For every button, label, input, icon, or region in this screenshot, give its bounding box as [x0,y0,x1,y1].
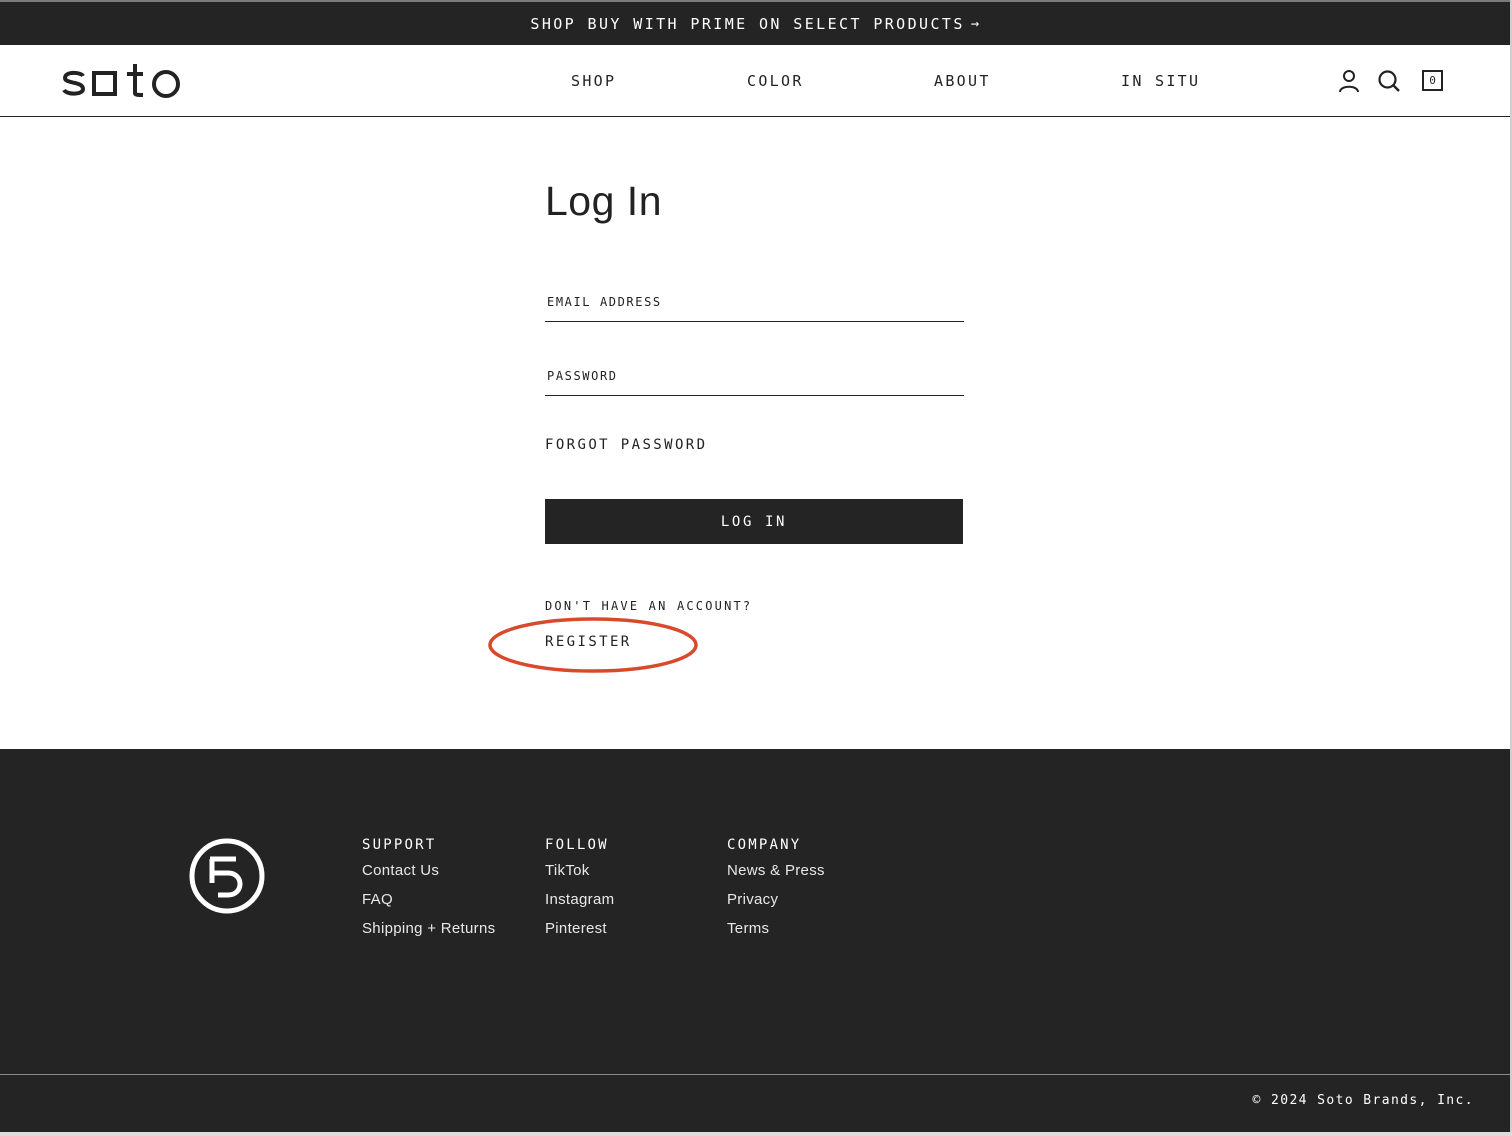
account-icon[interactable] [1337,69,1361,93]
footer-divider [0,1074,1510,1075]
no-account-text: DON'T HAVE AN ACCOUNT? [545,599,753,613]
password-field-wrapper [545,352,964,396]
footer-link-shipping-returns[interactable]: Shipping + Returns [362,920,495,938]
password-field[interactable] [545,352,964,395]
footer-logo-icon[interactable] [188,837,266,915]
site-header: SHOP COLOR ABOUT IN SITU 0 [0,45,1510,117]
footer-link-instagram[interactable]: Instagram [545,891,614,909]
nav-in-situ[interactable]: IN SITU [1121,72,1200,90]
footer-column-title: SUPPORT [362,837,437,853]
footer-column-company: COMPANY News & Press Privacy Terms [727,837,825,949]
footer-link-news-press[interactable]: News & Press [727,862,825,880]
nav-about[interactable]: ABOUT [934,72,991,90]
cart-icon[interactable]: 0 [1422,70,1443,91]
email-field-wrapper [545,278,964,322]
footer-link-pinterest[interactable]: Pinterest [545,920,614,938]
announcement-bar[interactable]: SHOP BUY WITH PRIME ON SELECT PRODUCTS → [0,0,1512,45]
footer-column-title: COMPANY [727,837,802,853]
search-icon[interactable] [1377,69,1401,93]
footer-link-tiktok[interactable]: TikTok [545,862,614,880]
forgot-password-link[interactable]: FORGOT PASSWORD [545,437,707,453]
cart-count: 0 [1429,74,1436,87]
announcement-text[interactable]: SHOP BUY WITH PRIME ON SELECT PRODUCTS [530,15,964,33]
page-title: Log In [545,178,662,224]
footer-link-contact-us[interactable]: Contact Us [362,862,495,880]
site-footer: SUPPORT Contact Us FAQ Shipping + Return… [0,749,1510,1132]
nav-color[interactable]: COLOR [747,72,804,90]
register-link[interactable]: REGISTER [545,634,632,650]
arrow-right-icon: → [970,15,982,32]
footer-column-support: SUPPORT Contact Us FAQ Shipping + Return… [362,837,495,949]
email-field[interactable] [545,278,964,321]
soto-logo[interactable] [61,62,187,100]
footer-column-follow: FOLLOW TikTok Instagram Pinterest [545,837,614,949]
footer-link-faq[interactable]: FAQ [362,891,495,909]
footer-link-privacy[interactable]: Privacy [727,891,825,909]
window-bottom-edge [0,1132,1512,1136]
copyright-text: © 2024 Soto Brands, Inc. [1252,1093,1474,1108]
nav-shop[interactable]: SHOP [571,72,616,90]
log-in-button[interactable]: LOG IN [545,499,963,544]
footer-column-title: FOLLOW [545,837,609,853]
footer-link-terms[interactable]: Terms [727,920,825,938]
